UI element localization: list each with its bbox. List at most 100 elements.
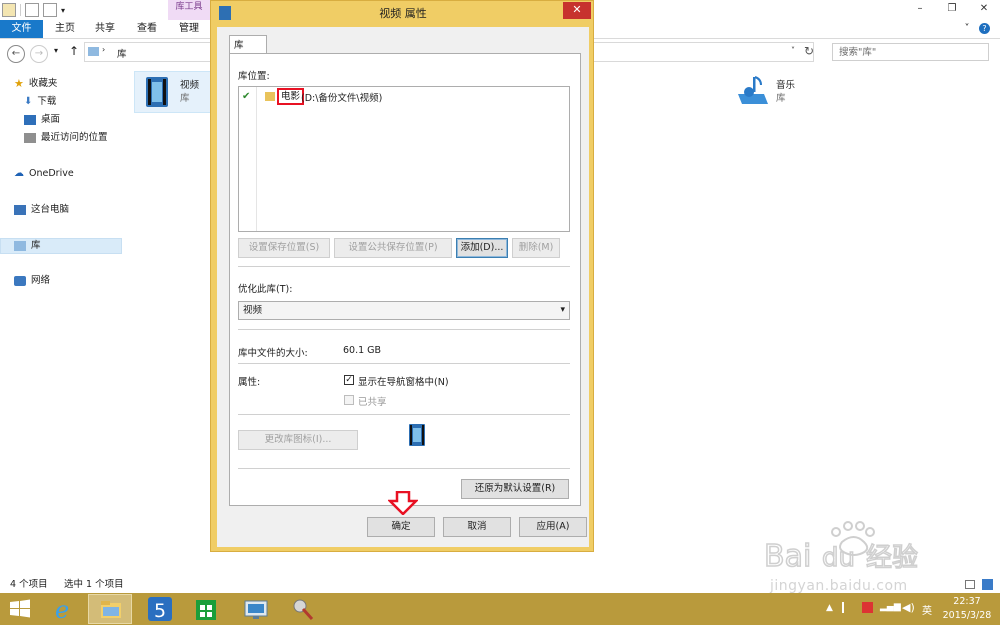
dialog-body: 库 库位置: ✔ 电影 (D:\备份文件\视频) 设置保存位置(S) 设置公共保… [217,27,589,547]
nav-onedrive[interactable]: ☁ OneDrive [14,166,74,182]
nav-label: 收藏夹 [28,78,58,89]
show-in-nav-checkbox[interactable]: ✓ [344,375,354,385]
nav-label: 桌面 [41,114,61,125]
size-value: 60.1 GB [343,345,382,356]
restore-defaults-button[interactable]: 还原为默认设置(R) [461,479,569,499]
add-button[interactable]: 添加(D)... [456,238,508,258]
action-center-icon[interactable] [862,602,873,613]
tools-icon[interactable] [284,594,324,624]
chevron-down-icon[interactable]: ˅ [791,46,795,55]
refresh-icon[interactable]: ↻ [804,44,814,58]
set-public-save-location-button[interactable]: 设置公共保存位置(P) [334,238,452,258]
help-icon[interactable]: ? [979,23,990,34]
ok-button[interactable]: 确定 [367,517,435,537]
optimize-select-value: 视频 [243,305,263,316]
size-label: 库中文件的大小: [238,348,308,359]
app-5-icon[interactable]: 5 [140,594,180,624]
divider [238,468,570,469]
music-library-icon [734,72,770,110]
maximize-button[interactable]: ❐ [936,0,968,20]
tab-home[interactable]: 主页 [50,20,80,38]
divider [238,363,570,364]
divider [238,266,570,267]
chevron-down-icon[interactable]: ▾ [61,6,65,15]
svg-text:e: e [55,596,69,624]
nav-label: 这台电脑 [31,204,70,215]
optimize-select[interactable]: 视频 ▾ [238,301,570,320]
baidu-watermark: Bai du 经验 jingyan.baidu.com [763,520,999,600]
nav-libraries[interactable]: 库 [14,238,41,254]
nav-label: 网络 [31,275,51,286]
close-button[interactable]: ✕ [563,2,591,19]
svg-text:经验: 经验 [866,543,918,573]
up-arrow-icon[interactable]: ↑ [69,44,79,58]
remote-desktop-icon[interactable] [236,594,276,624]
clock-date[interactable]: 2015/3/28 [940,610,994,621]
nav-label: 下载 [37,96,57,107]
video-library-icon [406,422,428,448]
cancel-button[interactable]: 取消 [443,517,511,537]
remove-button[interactable]: 删除(M) [512,238,560,258]
nav-downloads[interactable]: ⬇ 下载 [24,94,56,110]
optimize-label: 优化此库(T): [238,284,293,295]
change-library-icon-button[interactable]: 更改库图标(I)... [238,430,358,450]
nav-this-pc[interactable]: 这台电脑 [14,202,69,218]
windows-start-button[interactable] [0,594,40,624]
network-icon [14,276,26,286]
flag-icon[interactable] [842,602,854,613]
internet-explorer-icon[interactable]: e [44,594,84,624]
checkmark-icon: ✔ [242,91,251,102]
set-save-location-button[interactable]: 设置保存位置(S) [238,238,330,258]
breadcrumb-chevron-icon[interactable]: › [102,45,105,54]
svg-text:5: 5 [154,600,166,622]
attributes-label: 属性: [238,377,261,388]
forward-button[interactable]: → [30,45,48,63]
new-folder-icon[interactable] [43,3,57,17]
volume-icon[interactable]: ◀) [902,601,915,614]
shared-checkbox[interactable] [344,395,354,405]
folder-icon [265,92,275,101]
watermark-url: jingyan.baidu.com [770,578,908,594]
show-hidden-icons-chevron-icon[interactable]: ▲ [826,603,833,613]
divider [238,329,570,330]
tab-view[interactable]: 查看 [132,20,162,38]
properties-icon[interactable] [25,3,39,17]
store-icon[interactable] [186,594,226,624]
recent-locations-icon[interactable]: ▾ [54,46,58,55]
nav-network[interactable]: 网络 [14,273,50,289]
file-explorer-icon[interactable] [88,594,132,624]
item-count: 4 个项目 [10,579,48,590]
minimize-button[interactable]: – [904,0,936,20]
folder-icon[interactable] [2,3,16,17]
cloud-icon: ☁ [14,168,24,179]
chevron-down-icon[interactable]: ˅ [960,20,974,38]
ime-indicator[interactable]: 英 [922,602,932,617]
locations-label: 库位置: [238,71,270,82]
quick-access-toolbar: ▾ [0,0,65,20]
tab-manage[interactable]: 管理 [174,20,204,38]
window-controls: – ❐ ✕ [904,0,1000,20]
tab-library[interactable]: 库 [229,35,267,54]
breadcrumb[interactable]: 库 [117,46,127,60]
location-name-highlight[interactable]: 电影 [277,88,305,105]
show-in-nav-label[interactable]: 显示在导航窗格中(N) [358,374,449,388]
back-button[interactable]: ← [7,45,25,63]
nav-favorites[interactable]: ★ 收藏夹 [14,76,57,92]
close-button[interactable]: ✕ [968,0,1000,20]
apply-button[interactable]: 应用(A) [519,517,587,537]
location-name: 电影 [281,91,301,102]
svg-text:du: du [822,543,855,573]
tab-file[interactable]: 文件 [0,20,43,38]
nav-desktop[interactable]: 桌面 [24,112,60,128]
nav-label: OneDrive [29,168,74,179]
library-icon [88,47,99,56]
tab-share[interactable]: 共享 [90,20,120,38]
svg-text:Bai: Bai [764,539,811,574]
desktop-icon [24,115,36,125]
nav-recent[interactable]: 最近访问的位置 [24,130,108,146]
library-locations-list[interactable]: ✔ 电影 (D:\备份文件\视频) [238,86,570,232]
tile-name[interactable]: 音乐 [776,79,795,93]
signal-icon[interactable]: ▂▄▆ [880,602,901,612]
library-properties-dialog: 视频 属性 ✕ 库 库位置: ✔ 电影 (D:\备份文件\视频) 设置保存位置(… [210,0,594,552]
search-input[interactable]: 搜索"库" [832,43,989,61]
